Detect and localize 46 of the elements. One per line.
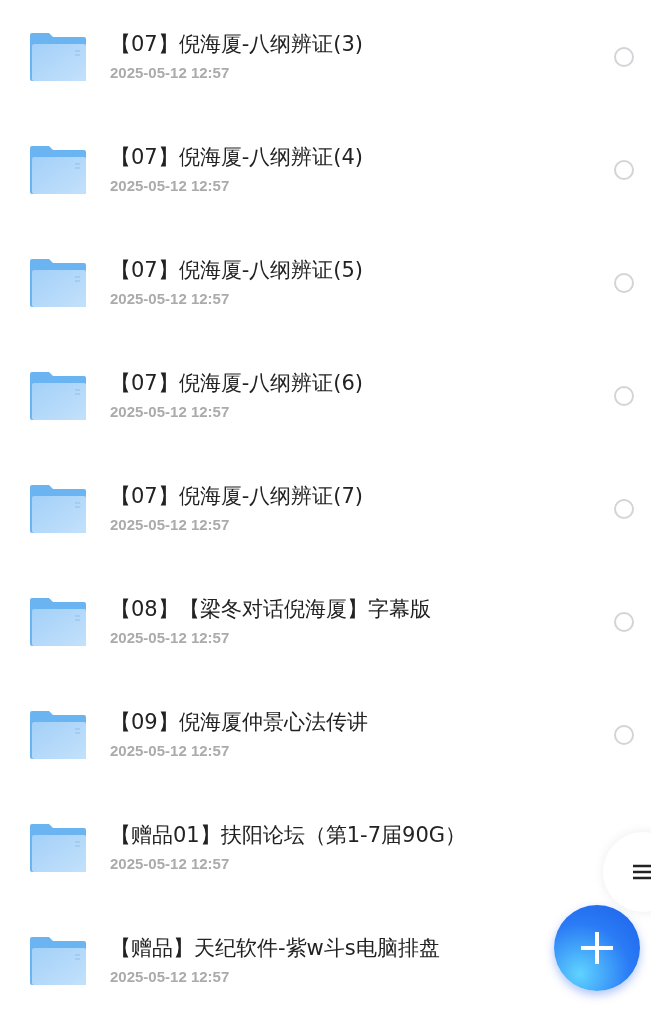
folder-name: 【赠品】天纪软件-紫w斗s电脑排盘: [110, 935, 440, 962]
add-button[interactable]: [554, 905, 640, 991]
menu-icon: [633, 863, 651, 881]
folder-name: 【08】【梁冬对话倪海厦】字幕版: [110, 596, 431, 623]
folder-row[interactable]: 【07】倪海厦-八纲辨证(5) 2025-05-12 12:57: [0, 226, 651, 339]
modified-date: 2025-05-12 12:57: [110, 741, 230, 761]
folder-row[interactable]: 【07】倪海厦-八纲辨证(3) 2025-05-12 12:57: [0, 0, 651, 113]
modified-date: 2025-05-12 12:57: [110, 628, 230, 648]
folder-icon: [29, 32, 86, 81]
modified-date: 2025-05-12 12:57: [110, 176, 230, 196]
folder-name: 【07】倪海厦-八纲辨证(4): [110, 144, 364, 171]
folder-row[interactable]: 【赠品】天纪软件-紫w斗s电脑排盘 2025-05-12 12:57: [0, 904, 651, 1017]
folder-row[interactable]: 【赠品01】扶阳论坛（第1-7届90G） 2025-05-12 12:57: [0, 791, 651, 904]
select-radio[interactable]: [614, 272, 634, 293]
folder-icon: [29, 258, 86, 307]
folder-name: 【07】倪海厦-八纲辨证(7): [110, 483, 364, 510]
folder-row[interactable]: 【08】【梁冬对话倪海厦】字幕版 2025-05-12 12:57: [0, 565, 651, 678]
plus-icon: [580, 931, 614, 965]
folder-icon: [29, 710, 86, 759]
modified-date: 2025-05-12 12:57: [110, 967, 230, 987]
folder-name: 【09】倪海厦仲景心法传讲: [110, 709, 368, 736]
select-radio[interactable]: [614, 611, 634, 632]
folder-icon: [29, 484, 86, 533]
folder-row[interactable]: 【09】倪海厦仲景心法传讲 2025-05-12 12:57: [0, 678, 651, 791]
folder-icon: [29, 823, 86, 872]
select-radio[interactable]: [614, 385, 634, 406]
folder-row[interactable]: 【07】倪海厦-八纲辨证(4) 2025-05-12 12:57: [0, 113, 651, 226]
folder-row[interactable]: 【07】倪海厦-八纲辨证(7) 2025-05-12 12:57: [0, 452, 651, 565]
modified-date: 2025-05-12 12:57: [110, 854, 230, 874]
folder-icon: [29, 936, 86, 985]
modified-date: 2025-05-12 12:57: [110, 515, 230, 535]
folder-icon: [29, 145, 86, 194]
folder-row[interactable]: 【07】倪海厦-八纲辨证(6) 2025-05-12 12:57: [0, 339, 651, 452]
modified-date: 2025-05-12 12:57: [110, 289, 230, 309]
folder-name: 【07】倪海厦-八纲辨证(3): [110, 31, 364, 58]
folder-name: 【赠品01】扶阳论坛（第1-7届90G）: [110, 822, 466, 849]
select-radio[interactable]: [614, 159, 634, 180]
folder-icon: [29, 371, 86, 420]
modified-date: 2025-05-12 12:57: [110, 63, 230, 83]
folder-name: 【07】倪海厦-八纲辨证(6): [110, 370, 364, 397]
select-radio[interactable]: [614, 498, 634, 519]
folder-icon: [29, 597, 86, 646]
modified-date: 2025-05-12 12:57: [110, 402, 230, 422]
select-radio[interactable]: [614, 724, 634, 745]
folder-name: 【07】倪海厦-八纲辨证(5): [110, 257, 364, 284]
select-radio[interactable]: [614, 46, 634, 67]
